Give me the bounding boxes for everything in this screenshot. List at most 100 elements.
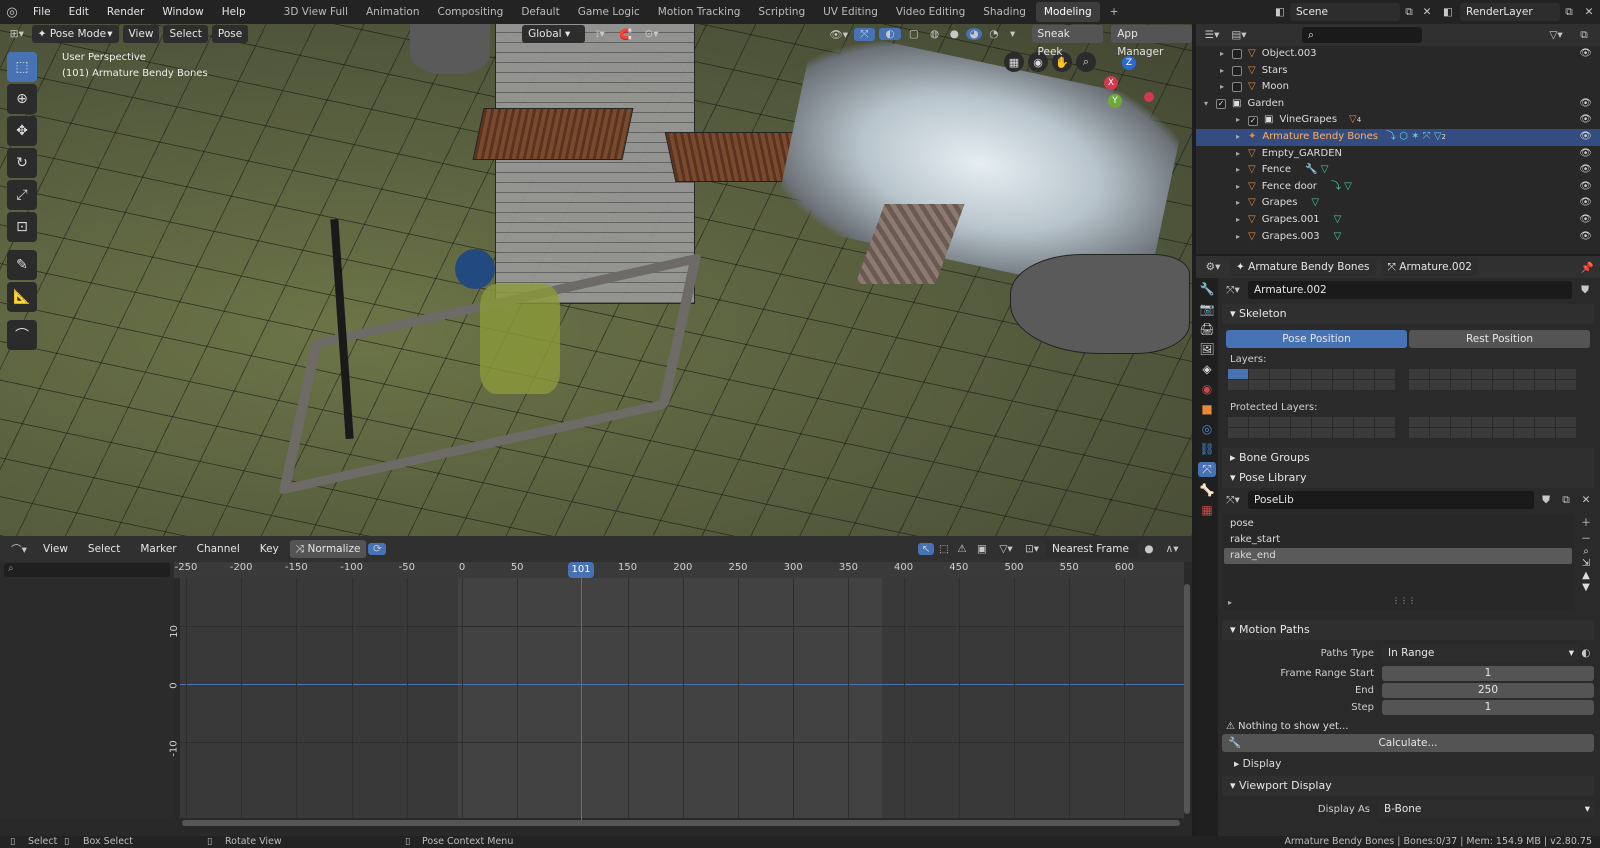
expand-right-icon[interactable]: ▸ <box>1236 212 1248 229</box>
visibility-eye-icon[interactable]: 👁 <box>1579 96 1592 113</box>
exclude-checkbox[interactable] <box>1232 49 1242 60</box>
pose-list[interactable]: pose rake_start rake_end ▸ ⋮⋮⋮ ＋ － ⌕ ⇲ ▲ ▼ <box>1222 514 1594 610</box>
apply-pose-icon[interactable]: ⇲ <box>1578 558 1594 569</box>
blender-logo-icon[interactable]: ◎ <box>0 5 24 20</box>
expand-right-icon[interactable]: ▸ <box>1220 63 1232 80</box>
rotate-tool-icon[interactable]: ↻ <box>7 148 37 178</box>
outliner-row[interactable]: ▸ ▽ Grapes ▽ 👁 <box>1196 195 1600 212</box>
object-tab-icon[interactable]: ■ <box>1201 402 1212 416</box>
tab-default[interactable]: Default <box>513 2 567 22</box>
viewport-display-panel-header[interactable]: ▾ Viewport Display <box>1222 776 1594 796</box>
pose-list-item[interactable]: pose <box>1224 516 1572 532</box>
bone-tab-icon[interactable]: 🦴 <box>1200 483 1215 497</box>
expand-right-icon[interactable]: ▸ <box>1236 112 1248 129</box>
transform-tool-icon[interactable]: ⊡ <box>7 212 37 242</box>
visibility-eye-icon[interactable]: 👁 <box>1579 146 1592 163</box>
world-tab-icon[interactable]: ◉ <box>1202 382 1212 396</box>
pose-position-button[interactable]: Pose Position <box>1226 330 1407 348</box>
bone-groups-panel-header[interactable]: ▸ Bone Groups <box>1222 448 1594 468</box>
visibility-eye-icon[interactable]: 👁 <box>1579 129 1592 146</box>
normalize-toggle[interactable]: ⤨ Normalize <box>289 540 367 558</box>
outliner-row[interactable]: ▸ ▽ Moon <box>1196 79 1600 96</box>
expand-down-icon[interactable]: ▾ <box>1204 96 1216 113</box>
view-layer-tab-icon[interactable]: 🖼 <box>1199 342 1214 356</box>
select-box-tool-icon[interactable]: ⬚ <box>7 52 37 82</box>
graph-scrollbar-h[interactable] <box>182 820 1180 826</box>
snap-icon[interactable]: 🧲 <box>615 28 637 41</box>
graph-editor-type-icon[interactable]: ⌒▾ <box>6 542 32 557</box>
expand-right-icon[interactable]: ▸ <box>1236 179 1248 196</box>
move-up-icon[interactable]: ▲ <box>1578 570 1594 581</box>
armature-data-tab-icon[interactable]: ⤧ <box>1198 462 1216 477</box>
display-mode-icon[interactable]: ▤▾ <box>1228 29 1250 41</box>
tab-uv-editing[interactable]: UV Editing <box>815 2 886 22</box>
renderlayer-icon[interactable]: ◧ <box>1436 6 1460 18</box>
zoom-icon[interactable]: ⌕ <box>1076 52 1096 72</box>
gizmo-neg-x[interactable] <box>1144 92 1154 102</box>
app-manager-button[interactable]: App Manager <box>1111 25 1193 58</box>
menu-help[interactable]: Help <box>213 0 255 24</box>
cursor-tool-icon[interactable]: ⊕ <box>7 84 37 114</box>
delete-scene-icon[interactable]: ✕ <box>1418 6 1436 18</box>
outliner-row[interactable]: ▸ ▽ Grapes.003 ▽ 👁 <box>1196 229 1600 246</box>
duplicate-icon[interactable]: ⧉ <box>1558 494 1574 507</box>
tab-video-editing[interactable]: Video Editing <box>888 2 973 22</box>
tab-shading[interactable]: Shading <box>975 2 1034 22</box>
solid-shading-icon[interactable]: ● <box>946 28 962 40</box>
protected-grid-left[interactable] <box>1228 417 1395 438</box>
playhead-line[interactable] <box>581 578 582 820</box>
tool-tab-icon[interactable]: 🔧 <box>1200 282 1215 296</box>
filter-icon[interactable]: ▽▾ <box>1544 29 1568 41</box>
remove-pose-icon[interactable]: － <box>1578 530 1594 545</box>
tab-animation[interactable]: Animation <box>358 2 428 22</box>
texture-tab-icon[interactable]: ▦ <box>1201 503 1212 517</box>
add-pose-icon[interactable]: ＋ <box>1578 514 1594 529</box>
menu-render[interactable]: Render <box>98 0 153 24</box>
frame-range-start-field[interactable]: 1 <box>1382 665 1594 681</box>
display-as-dropdown[interactable]: B-Bone ▾ <box>1378 800 1594 818</box>
menu-window[interactable]: Window <box>153 0 212 24</box>
layers-grid[interactable] <box>1228 369 1594 390</box>
expand-right-icon[interactable]: ▸ <box>1236 162 1248 179</box>
outliner-row[interactable]: ▾ ✓ ▣ Garden 👁 <box>1196 96 1600 113</box>
viewport-menu-pose[interactable]: Pose <box>211 25 249 43</box>
renderlayer-field[interactable]: RenderLayer <box>1460 3 1560 21</box>
datablock-name-field[interactable]: Armature.002 <box>1248 281 1572 299</box>
data-breadcrumb[interactable]: ⤧ Armature.002 <box>1381 258 1478 276</box>
expand-right-icon[interactable]: ▸ <box>1220 79 1232 96</box>
material-shading-icon[interactable]: ◕ <box>966 28 982 40</box>
sneak-peek-button[interactable]: Sneak Peek <box>1031 25 1104 58</box>
measure-tool-icon[interactable]: 📐 <box>7 282 37 312</box>
menu-edit[interactable]: Edit <box>60 0 98 24</box>
pin-icon[interactable]: 📌 <box>1578 261 1596 274</box>
bone-tool-icon[interactable]: ⌒ <box>7 320 37 350</box>
gizmo-x[interactable]: X <box>1104 76 1118 90</box>
outliner-row[interactable]: ▸ ▽ Grapes.001 ▽ 👁 <box>1196 212 1600 229</box>
graph-menu-view[interactable]: View <box>34 539 77 559</box>
graph-scrollbar-v[interactable] <box>1184 584 1190 814</box>
only-selected-icon[interactable]: ↖ <box>918 543 934 555</box>
skeleton-panel-header[interactable]: ▾ Skeleton <box>1222 304 1594 324</box>
current-frame-indicator[interactable]: 101 <box>568 562 594 578</box>
wireframe-shading-icon[interactable]: ◍ <box>927 28 943 40</box>
tab-compositing[interactable]: Compositing <box>430 2 512 22</box>
tab-game-logic[interactable]: Game Logic <box>570 2 648 22</box>
mode-selector[interactable]: ✦ Pose Mode ▾ <box>31 25 119 43</box>
visibility-eye-icon[interactable]: 👁 <box>1579 229 1592 246</box>
list-options-icon[interactable]: ▸ <box>1228 598 1232 607</box>
action-icon[interactable]: ⤧▾ <box>1222 494 1244 507</box>
move-tool-icon[interactable]: ✥ <box>7 116 37 146</box>
pose-library-panel-header[interactable]: ▾ Pose Library <box>1222 468 1594 488</box>
layers-grid-right[interactable] <box>1409 369 1576 390</box>
paths-update-icon[interactable]: ◐ <box>1578 647 1594 659</box>
3d-viewport[interactable]: User Perspective (101) Armature Bendy Bo… <box>0 24 1192 536</box>
visibility-icon[interactable]: 👁▾ <box>828 28 850 41</box>
armature-data-icon[interactable]: ⤧▾ <box>1222 284 1244 297</box>
shading-options-icon[interactable]: ▾ <box>1006 28 1020 40</box>
expand-right-icon[interactable]: ▸ <box>1220 46 1232 63</box>
rendered-shading-icon[interactable]: ◔ <box>986 28 1002 40</box>
visibility-eye-icon[interactable]: 👁 <box>1579 46 1592 63</box>
channel-region[interactable]: ⌕ <box>0 562 174 818</box>
render-tab-icon[interactable]: 📷 <box>1200 302 1215 316</box>
delete-layer-icon[interactable]: ✕ <box>1578 6 1600 18</box>
